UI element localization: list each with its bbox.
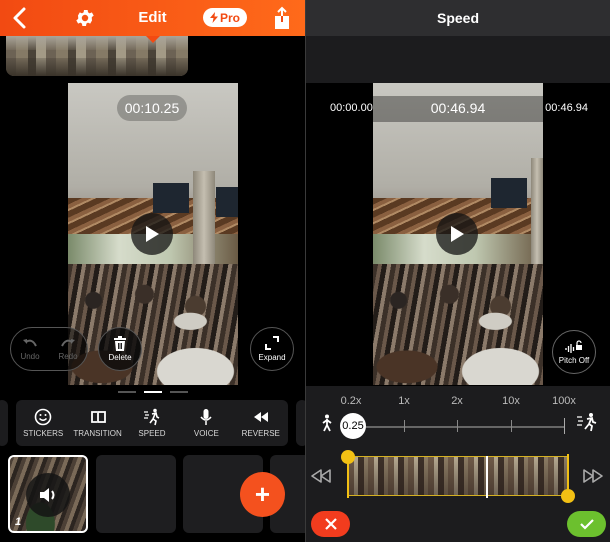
app-root: Edit Pro 00:10.25 Undo Redo Delete Expan… [0,0,610,542]
tool-label: STICKERS [23,429,64,438]
speed-scale-label[interactable]: 100x [552,395,576,407]
speed-scale-label[interactable]: 10x [502,395,520,407]
current-time-display: 00:10.25 [117,95,187,121]
tool-stickers[interactable]: STICKERS [16,408,70,438]
redo-button[interactable]: Redo [58,338,78,361]
speed-runner-icon [143,408,160,426]
scene-foreground [68,294,238,385]
cancel-button[interactable] [311,511,350,537]
undo-redo-group: Undo Redo [10,327,88,371]
pager-dot[interactable] [170,391,188,393]
toolbar-pager [118,391,188,393]
pitch-label: Pitch Off [558,355,590,365]
editor-pane: Edit Pro 00:10.25 Undo Redo Delete Expan… [0,0,305,542]
play-icon [146,226,159,242]
add-clip-button[interactable]: + [240,472,285,517]
pro-badge-button[interactable]: Pro [203,8,247,27]
toolbar-next-page-edge[interactable] [296,400,305,446]
speed-header-band [306,36,610,83]
tool-speed[interactable]: SPEED [125,408,179,438]
confirm-button[interactable] [567,511,606,537]
jump-end-icon[interactable] [582,468,604,484]
lightning-icon [209,12,218,23]
redo-label: Redo [58,351,78,361]
undo-label: Undo [20,351,40,361]
scene-tv [153,183,189,213]
time-readout-bar: 00:00.00 00:46.94 00:46.94 [306,96,610,122]
delete-label: Delete [108,353,132,362]
transition-icon [90,411,106,423]
trim-end-line [567,454,569,494]
tool-label: SPEED [138,429,166,438]
clip-volume-button[interactable] [26,473,70,517]
speed-tick [404,420,405,432]
tool-voice[interactable]: VOICE [179,408,233,438]
trim-start-handle[interactable] [341,450,355,464]
expand-label: Expand [258,353,286,362]
trim-timeline-strip[interactable] [348,456,568,498]
pro-label: Pro [219,10,240,25]
walking-slow-icon [322,414,332,432]
speed-slider-knob[interactable]: 0.25 [340,413,366,439]
page-title: Edit [138,9,167,26]
tool-label: VOICE [193,429,219,438]
speed-control-panel: 0.2x 1x 2x 10x 100x 0.25 [306,386,610,542]
smiley-icon [34,408,52,426]
scene-tv-2 [216,187,238,217]
speed-tick [457,420,458,432]
clip-number: 1 [15,516,22,528]
scene-tv [491,178,527,208]
undo-icon [23,338,37,346]
share-upload-icon [275,6,289,29]
speed-title: Speed [436,10,479,26]
clip-thumbnail-1[interactable]: 1 [8,455,88,533]
tool-transition[interactable]: TRANSITION [71,408,125,438]
redo-icon [61,338,75,346]
play-button[interactable] [436,213,478,255]
speed-scale-label[interactable]: 1x [398,395,410,407]
editor-header: Edit Pro [0,0,305,36]
close-icon [324,518,337,530]
expand-icon [265,336,279,350]
filmstrip-position-notch [146,36,160,43]
toolbar-prev-page-edge[interactable] [0,400,8,446]
pitch-lock-icon [565,339,582,353]
clip-filmstrip-thumbnail[interactable] [6,36,188,76]
undo-button[interactable]: Undo [20,338,40,361]
trash-icon [114,336,126,351]
pager-dot[interactable] [118,391,136,393]
clip-slot-empty[interactable] [96,455,176,533]
expand-button[interactable]: Expand [250,327,294,371]
speed-pane: Speed 00:00.00 00:46.94 00:46.94 Pitch O… [306,0,610,542]
tool-reverse[interactable]: REVERSE [234,408,288,438]
tool-label: TRANSITION [73,429,122,438]
share-button[interactable] [272,6,292,30]
plus-icon: + [254,479,271,509]
speed-scale-label[interactable]: 0.2x [341,395,362,407]
running-fast-icon [577,413,597,432]
microphone-icon [200,409,212,425]
play-icon [451,226,464,242]
speed-tick [564,418,565,434]
pitch-toggle-button[interactable]: Pitch Off [552,330,596,374]
jump-start-icon[interactable] [310,468,332,484]
speed-header: Speed [306,0,610,36]
volume-icon [40,488,55,502]
end-time: 00:46.94 [545,102,588,114]
checkmark-icon [579,518,594,530]
tool-label: REVERSE [241,429,280,438]
play-button[interactable] [131,213,173,255]
edit-toolbar: STICKERS TRANSITION SPEED VOICE REVERSE [16,400,288,446]
pager-dot-active[interactable] [144,391,162,393]
speed-scale-label[interactable]: 2x [451,395,463,407]
trim-start-line [347,458,349,498]
timeline-playhead[interactable] [486,456,488,498]
rewind-icon [253,412,268,422]
delete-button[interactable]: Delete [98,327,142,371]
speed-tick [511,420,512,432]
scene-foreground [373,294,543,385]
trim-end-handle[interactable] [561,489,575,503]
